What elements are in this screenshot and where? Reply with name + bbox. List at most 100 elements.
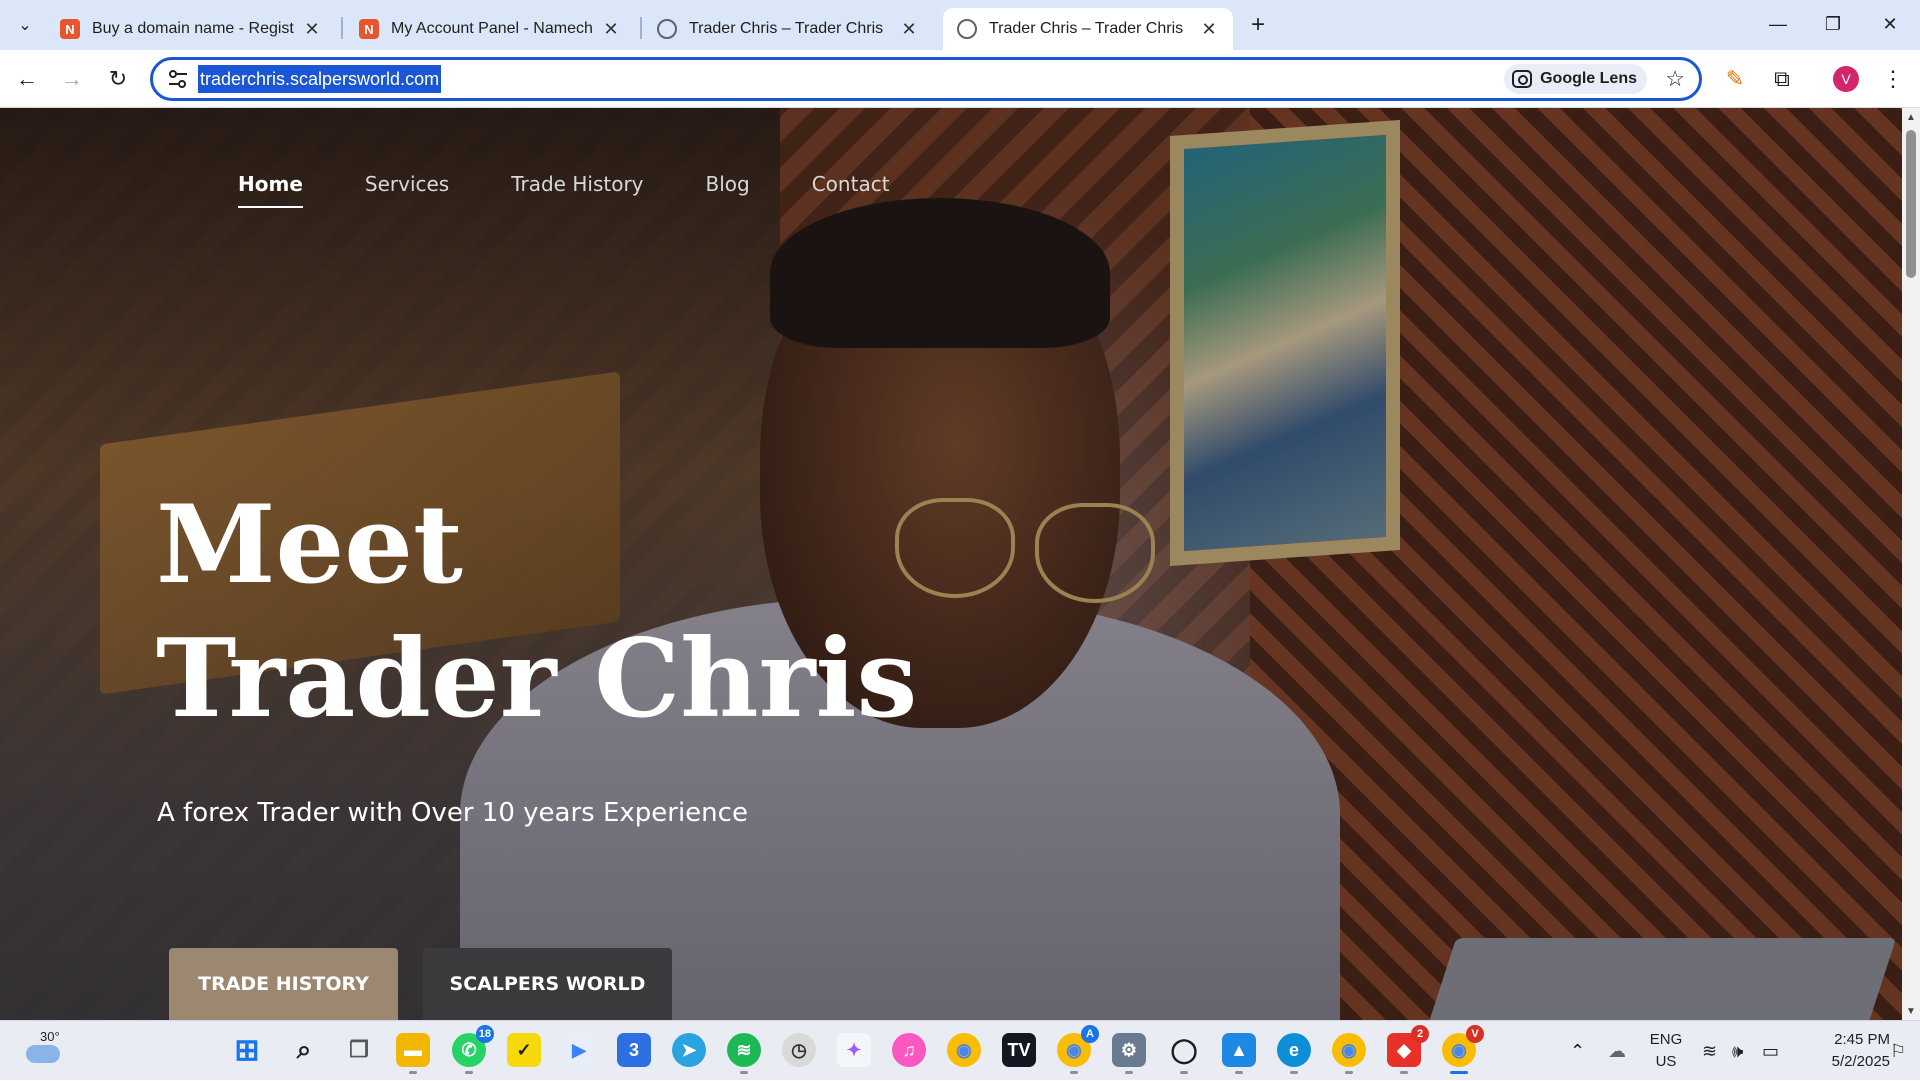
chrome-icon[interactable]: ◉: [947, 1033, 981, 1067]
search-icon[interactable]: ⌕: [287, 1033, 321, 1067]
edge-icon[interactable]: e: [1277, 1033, 1311, 1074]
lang-line1: ENG: [1649, 1031, 1683, 1048]
close-icon[interactable]: ✕: [302, 19, 322, 39]
notifications-icon[interactable]: ⚐: [1890, 1021, 1906, 1081]
app-3-icon[interactable]: 3: [617, 1033, 651, 1067]
chrome-profile-v-icon[interactable]: ◉ V: [1442, 1025, 1484, 1074]
running-indicator: [465, 1071, 473, 1074]
site-settings-icon[interactable]: [167, 69, 189, 89]
forward-button[interactable]: →: [57, 64, 87, 94]
nav-home[interactable]: Home: [238, 172, 303, 208]
scroll-up-icon[interactable]: ▲: [1906, 112, 1916, 123]
profile-avatar[interactable]: V: [1833, 66, 1859, 92]
hero-title-line1: Meet: [156, 482, 463, 608]
system-clock[interactable]: 2:45 PM 5/2/2025: [1800, 1029, 1890, 1073]
chrome-profile-badge: V: [1466, 1025, 1484, 1043]
cloud-icon: [26, 1045, 60, 1063]
tab-strip: ⌄ N Buy a domain name - Register c ✕ N M…: [0, 0, 1920, 50]
anydesk-icon[interactable]: ◆ 2: [1387, 1025, 1429, 1074]
language-indicator[interactable]: ENG US: [1648, 1029, 1684, 1073]
nav-trade-history[interactable]: Trade History: [511, 172, 643, 208]
tab-title: My Account Panel - Namecheap: [391, 20, 593, 37]
extensions-puzzle-icon[interactable]: ⧉: [1767, 64, 1797, 94]
running-indicator: [1180, 1071, 1188, 1074]
tab-title: Trader Chris – Trader Chris: [689, 20, 884, 37]
tab-account-panel[interactable]: N My Account Panel - Namecheap ✕: [345, 8, 635, 50]
restore-button[interactable]: ❐: [1813, 8, 1853, 40]
anydesk-badge: 2: [1411, 1025, 1429, 1043]
tab-title: Buy a domain name - Register c: [92, 20, 294, 37]
new-tab-button[interactable]: +: [1245, 11, 1271, 38]
onedrive-cloud-icon[interactable]: ☁: [1608, 1021, 1626, 1081]
file-explorer-icon[interactable]: ▬: [396, 1033, 430, 1074]
running-indicator: [1125, 1071, 1133, 1074]
clock-app-icon[interactable]: ◷: [782, 1033, 816, 1067]
close-icon[interactable]: ✕: [899, 19, 919, 39]
url-text[interactable]: traderchris.scalpersworld.com: [198, 65, 442, 93]
photos-icon[interactable]: ▲: [1222, 1033, 1256, 1074]
paint-brush-icon[interactable]: ✎: [1720, 64, 1750, 94]
running-indicator: [1070, 1071, 1078, 1074]
tab-search-button[interactable]: ⌄: [12, 12, 38, 38]
chrome-profile-a-icon[interactable]: ◉ A: [1057, 1025, 1099, 1074]
ring-app-icon[interactable]: ◯: [1167, 1033, 1201, 1074]
whatsapp-badge: 18: [475, 1025, 494, 1043]
reload-button[interactable]: ↻: [103, 64, 133, 94]
window-close-button[interactable]: ✕: [1870, 8, 1910, 40]
chevron-down-icon: ⌄: [18, 17, 32, 34]
tray-chevron-up-icon[interactable]: ⌃: [1570, 1021, 1585, 1081]
running-indicator: [740, 1071, 748, 1074]
checklist-app-icon[interactable]: ✓: [507, 1033, 541, 1067]
start-windows-icon[interactable]: ⊞: [230, 1033, 264, 1067]
weather-temp: 30°: [40, 1029, 60, 1044]
page-scrollbar[interactable]: ▲ ▼: [1902, 108, 1920, 1020]
clock-date: 5/2/2025: [1831, 1053, 1890, 1070]
browser-toolbar: ← → ↻ traderchris.scalpersworld.com Goog…: [0, 50, 1920, 108]
battery-icon[interactable]: ▭: [1762, 1021, 1779, 1081]
google-lens-button[interactable]: Google Lens: [1504, 64, 1647, 94]
scalpers-world-button[interactable]: SCALPERS WORLD: [423, 948, 672, 1020]
chrome-profile-b-icon[interactable]: ◉: [1332, 1033, 1366, 1074]
menu-kebab-icon[interactable]: ⋮: [1878, 64, 1908, 94]
volume-icon[interactable]: 🕪: [1732, 1021, 1743, 1081]
address-bar[interactable]: traderchris.scalpersworld.com Google Len…: [150, 57, 1702, 101]
close-icon[interactable]: ✕: [1199, 19, 1219, 39]
running-indicator: [1345, 1071, 1353, 1074]
running-indicator: [1400, 1071, 1408, 1074]
scrollbar-thumb[interactable]: [1906, 130, 1916, 278]
nav-services[interactable]: Services: [365, 172, 449, 208]
running-indicator: [1235, 1071, 1243, 1074]
minimize-button[interactable]: —: [1758, 8, 1798, 40]
settings-gear-icon[interactable]: ⚙: [1112, 1033, 1146, 1074]
close-icon[interactable]: ✕: [601, 19, 621, 39]
weather-widget[interactable]: 30°: [22, 1029, 66, 1071]
lens-icon: [1512, 70, 1533, 88]
figma-icon[interactable]: ✦: [837, 1033, 871, 1067]
scroll-down-icon[interactable]: ▼: [1906, 1006, 1916, 1017]
namecheap-icon: N: [359, 19, 379, 39]
tab-separator: [640, 17, 642, 39]
lang-line2: US: [1655, 1053, 1677, 1070]
itunes-icon[interactable]: ♫: [892, 1033, 926, 1067]
video-player-icon[interactable]: ▶: [562, 1033, 596, 1067]
telegram-icon[interactable]: ➤: [672, 1033, 706, 1067]
whatsapp-icon[interactable]: ✆ 18: [452, 1025, 494, 1074]
bookmark-star-icon[interactable]: ☆: [1665, 66, 1685, 92]
close-icon: ✕: [1882, 13, 1898, 34]
tab-separator: [341, 17, 343, 39]
task-view-icon[interactable]: ❐: [342, 1033, 376, 1067]
tab-buy-domain[interactable]: N Buy a domain name - Register c ✕: [46, 8, 336, 50]
nav-contact[interactable]: Contact: [812, 172, 890, 208]
nav-blog[interactable]: Blog: [706, 172, 750, 208]
spotify-icon[interactable]: ≋: [727, 1033, 761, 1074]
tradingview-icon[interactable]: TV: [1002, 1033, 1036, 1067]
reload-icon: ↻: [108, 66, 128, 91]
wifi-icon[interactable]: ≋: [1702, 1021, 1717, 1081]
running-indicator: [1290, 1071, 1298, 1074]
back-button[interactable]: ←: [12, 64, 42, 94]
trade-history-button[interactable]: TRADE HISTORY: [169, 948, 398, 1020]
hero-title: Meet Trader Chris: [156, 478, 917, 746]
tab-title: Trader Chris – Trader Chris: [989, 20, 1184, 37]
tab-trader-chris[interactable]: Trader Chris – Trader Chris ✕: [643, 8, 933, 50]
tab-trader-chris-active[interactable]: Trader Chris – Trader Chris ✕: [943, 8, 1233, 50]
